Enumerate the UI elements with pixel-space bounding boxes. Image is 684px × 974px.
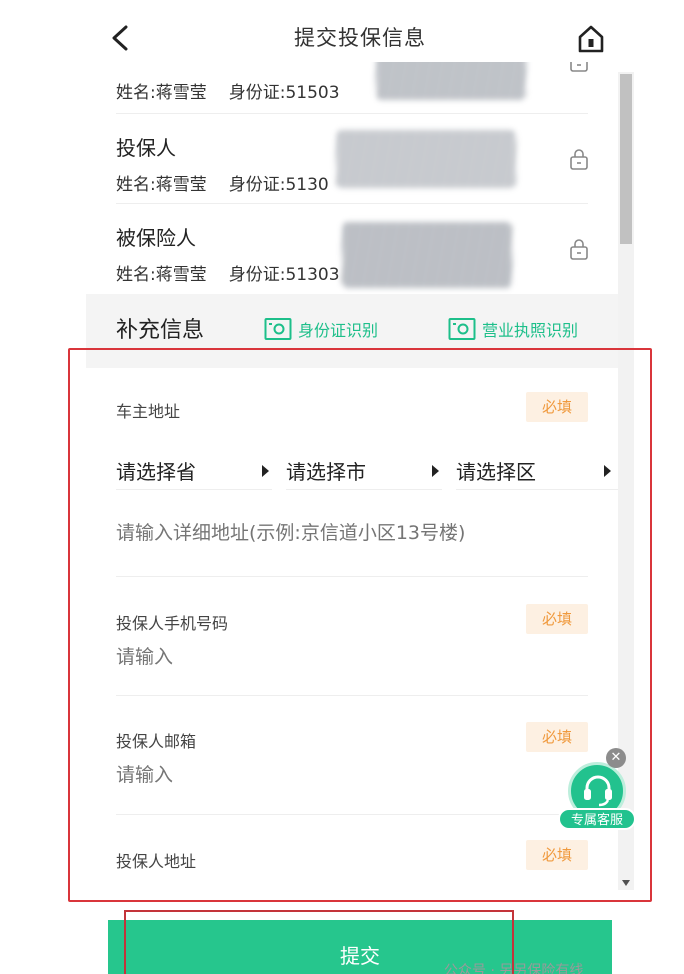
lock-icon: [570, 62, 588, 72]
person-list: 姓名:蒋雪莹 身份证:51503 投保人 姓名:蒋雪莹 身份证:5130 被保险人 …: [86, 62, 618, 294]
email-input[interactable]: [116, 760, 588, 790]
camera-icon: [448, 318, 476, 340]
id-value: 51303: [285, 265, 340, 285]
person-role: 投保人: [116, 136, 176, 160]
redaction-overlay: [336, 130, 516, 188]
person-detail: 姓名:蒋雪莹 身份证:51503: [116, 78, 340, 103]
id-card-scan-label: 身份证识别: [298, 321, 379, 340]
holder-address-label: 投保人地址: [116, 852, 197, 871]
customer-service-label: 专属客服: [558, 808, 636, 830]
district-select[interactable]: 请选择区: [456, 452, 618, 490]
owner-address-label: 车主地址: [116, 402, 181, 421]
redaction-overlay: [376, 62, 526, 100]
divider: [116, 576, 588, 577]
id-label: 身份证:: [228, 175, 286, 195]
content-area[interactable]: 姓名:蒋雪莹 身份证:51503 投保人 姓名:蒋雪莹 身份证:5130 被保险人 …: [86, 62, 618, 890]
headset-icon: [584, 775, 612, 807]
detail-address-input[interactable]: [116, 518, 588, 548]
district-select-text: 请选择区: [456, 460, 536, 484]
caret-right-icon: [262, 465, 269, 477]
lock-icon: [570, 239, 588, 260]
watermark: 公众号 · 另另保险有线: [444, 963, 584, 974]
divider: [116, 814, 588, 815]
required-badge: 必填: [526, 840, 588, 870]
province-select[interactable]: 请选择省: [116, 452, 272, 490]
id-label: 身份证:: [228, 83, 286, 103]
id-value: 51503: [285, 83, 340, 103]
scrollbar-thumb[interactable]: [620, 74, 632, 244]
supplement-bar: 补充信息 身份证识别 营业执照识别: [86, 298, 618, 360]
province-select-text: 请选择省: [116, 460, 196, 484]
caret-right-icon: [604, 465, 611, 477]
id-value: 5130: [285, 175, 329, 195]
redaction-overlay: [342, 222, 512, 288]
customer-service-widget[interactable]: ✕ 专属客服: [556, 748, 638, 834]
person-name: 姓名:蒋雪莹: [116, 83, 207, 103]
city-select[interactable]: 请选择市: [286, 452, 442, 490]
caret-right-icon: [432, 465, 439, 477]
required-badge: 必填: [526, 392, 588, 422]
person-detail: 姓名:蒋雪莹 身份证:5130: [116, 170, 329, 195]
city-select-text: 请选择市: [286, 460, 366, 484]
divider: [116, 695, 588, 696]
home-icon[interactable]: [576, 24, 606, 54]
required-badge: 必填: [526, 604, 588, 634]
camera-icon: [264, 318, 292, 340]
scroll-down-arrow-icon[interactable]: [622, 880, 630, 886]
person-detail: 姓名:蒋雪莹 身份证:51303: [116, 260, 340, 285]
id-card-scan-button[interactable]: 身份证识别: [264, 316, 378, 342]
supplement-title: 补充信息: [116, 318, 205, 343]
supplement-form: 车主地址 必填 请选择省 请选择市 请选择区 投保人手机号码 必填 投保人邮箱 …: [86, 368, 618, 890]
email-label: 投保人邮箱: [116, 732, 197, 751]
license-scan-button[interactable]: 营业执照识别: [448, 316, 578, 342]
person-name: 姓名:蒋雪莹: [116, 175, 207, 195]
phone-input[interactable]: [116, 642, 588, 672]
license-scan-label: 营业执照识别: [482, 321, 579, 340]
person-role: 被保险人: [116, 226, 196, 250]
lock-icon: [570, 149, 588, 170]
close-icon[interactable]: ✕: [606, 748, 626, 768]
person-name: 姓名:蒋雪莹: [116, 265, 207, 285]
id-label: 身份证:: [228, 265, 286, 285]
phone-label: 投保人手机号码: [116, 614, 229, 633]
